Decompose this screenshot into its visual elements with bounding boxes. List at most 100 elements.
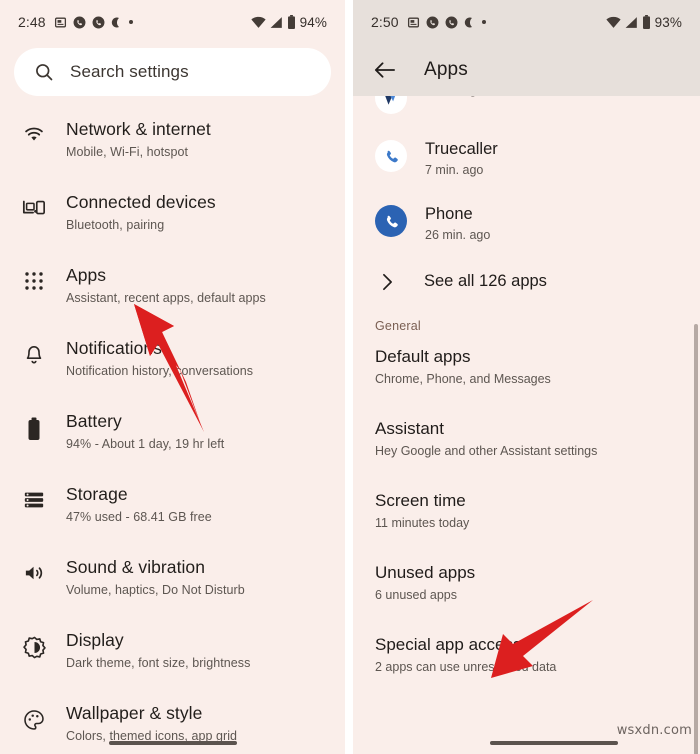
home-indicator [108,741,237,745]
settings-item-subtitle: Notification history, conversations [66,364,254,378]
watermark: wsxdn.com [616,723,692,738]
general-item-title: Unused apps [375,563,476,582]
moon-icon [111,16,123,29]
truecaller-logo-icon [375,96,407,114]
settings-item-subtitle: 47% used - 68.41 GB free [66,510,212,524]
settings-item-subtitle: Dark theme, font size, brightness [66,656,251,670]
news-icon [407,16,420,29]
settings-item-connected-devices[interactable]: Connected devices Bluetooth, pairing [0,191,345,235]
general-item-unused-apps[interactable]: Unused apps 6 unused apps [353,561,700,605]
status-bar-right-group: 93% [606,15,682,30]
truecaller-phone-icon [375,140,407,172]
section-header-general: General [375,319,421,333]
vertical-scrollbar[interactable] [694,324,698,754]
battery-icon [642,15,651,29]
settings-item-battery[interactable]: Battery 94% - About 1 day, 19 hr left [0,410,345,454]
general-item-subtitle: 2 apps can use unrestricted data [375,660,557,674]
settings-item-subtitle: Mobile, Wi-Fi, hotspot [66,145,188,159]
settings-item-title: Apps [66,265,107,285]
brightness-icon [22,629,46,659]
settings-item-network[interactable]: Network & internet Mobile, Wi-Fi, hotspo… [0,118,345,162]
battery-percent: 93% [654,14,682,30]
settings-item-title: Battery [66,411,122,431]
general-item-title: Special app access [375,635,522,654]
recent-app-name: Truecaller [425,140,498,158]
settings-item-sound[interactable]: Sound & vibration Volume, haptics, Do No… [0,556,345,600]
general-item-subtitle: 11 minutes today [375,516,470,530]
settings-item-title: Display [66,630,124,650]
search-input[interactable]: Search settings [14,48,331,96]
wifi-icon [251,16,266,29]
panel-divider [345,0,353,754]
general-item-title: Default apps [375,347,471,366]
settings-item-title: Wallpaper & style [66,703,203,723]
call-icon [73,16,86,29]
back-arrow-icon[interactable] [373,60,396,80]
settings-item-notifications[interactable]: Notifications Notification history, conv… [0,337,345,381]
wifi-icon [606,16,621,29]
search-icon [34,62,54,82]
settings-item-title: Connected devices [66,192,216,212]
status-bar-left-group: 2:50 [371,14,486,30]
signal-icon [625,16,638,29]
recent-app-time: 26 min. ago [425,228,491,242]
palette-icon [22,702,46,731]
call-icon [92,16,105,29]
settings-item-title: Notifications [66,338,162,358]
settings-item-subtitle: Bluetooth, pairing [66,218,165,232]
news-icon [54,16,67,29]
search-placeholder: Search settings [70,62,189,81]
status-time: 2:50 [371,14,399,30]
general-item-screen-time[interactable]: Screen time 11 minutes today [353,489,700,533]
apps-scroll-area[interactable]: 2 min. ago Truecaller 7 min. ago Phone [353,96,700,754]
general-item-default-apps[interactable]: Default apps Chrome, Phone, and Messages [353,345,700,389]
wifi-icon [22,118,46,143]
bell-icon [22,337,46,366]
settings-item-title: Sound & vibration [66,557,205,577]
settings-item-apps[interactable]: Apps Assistant, recent apps, default app… [0,264,345,308]
phone-app-icon [375,205,407,237]
page-title: Apps [424,59,468,80]
recent-app-time: 7 min. ago [425,163,484,177]
status-time: 2:48 [18,14,46,30]
call-icon [445,16,458,29]
settings-item-wallpaper[interactable]: Wallpaper & style Colors, themed icons, … [0,702,345,746]
battery-percent: 94% [299,14,327,30]
settings-item-subtitle: 94% - About 1 day, 19 hr left [66,437,225,451]
general-item-special-app-access[interactable]: Special app access 2 apps can use unrest… [353,633,700,677]
signal-icon [270,16,283,29]
devices-icon [22,191,46,218]
apps-app-bar: Apps [353,44,700,96]
settings-item-title: Network & internet [66,119,211,139]
storage-icon [22,483,46,510]
settings-item-storage[interactable]: Storage 47% used - 68.41 GB free [0,483,345,527]
settings-item-subtitle: Volume, haptics, Do Not Disturb [66,583,245,597]
dot-icon [128,20,133,24]
recent-app-row[interactable]: Phone 26 min. ago [353,203,700,244]
general-item-subtitle: Chrome, Phone, and Messages [375,372,551,386]
recent-app-row[interactable]: Truecaller 7 min. ago [353,138,700,179]
left-phone-screen: 2:48 94% Search settings Network & inter… [0,0,345,754]
general-item-assistant[interactable]: Assistant Hey Google and other Assistant… [353,417,700,461]
status-bar-right: 2:50 93% [353,0,700,44]
settings-item-display[interactable]: Display Dark theme, font size, brightnes… [0,629,345,673]
status-bar-right-group: 94% [251,15,327,30]
dot-icon [481,20,486,24]
settings-item-subtitle: Assistant, recent apps, default apps [66,291,266,305]
see-all-apps-row[interactable]: See all 126 apps [353,268,700,291]
settings-list: Network & internet Mobile, Wi-Fi, hotspo… [0,96,345,746]
status-bar-left-group: 2:48 [18,14,133,30]
moon-icon [464,16,476,29]
call-icon [426,16,439,29]
battery-icon [287,15,296,29]
apps-grid-icon [22,264,46,291]
general-item-title: Screen time [375,491,466,510]
chevron-right-icon [381,273,394,291]
see-all-apps-label: See all 126 apps [424,272,547,290]
right-phone-screen: 2:50 93% Apps Truecaller 7 min. ago Phon… [353,0,700,754]
home-indicator [490,741,619,745]
volume-icon [22,556,46,583]
recent-app-row[interactable]: 2 min. ago [353,96,700,114]
screenshot-stage: 2:48 94% Search settings Network & inter… [0,0,700,754]
recent-app-name: Phone [425,205,473,223]
